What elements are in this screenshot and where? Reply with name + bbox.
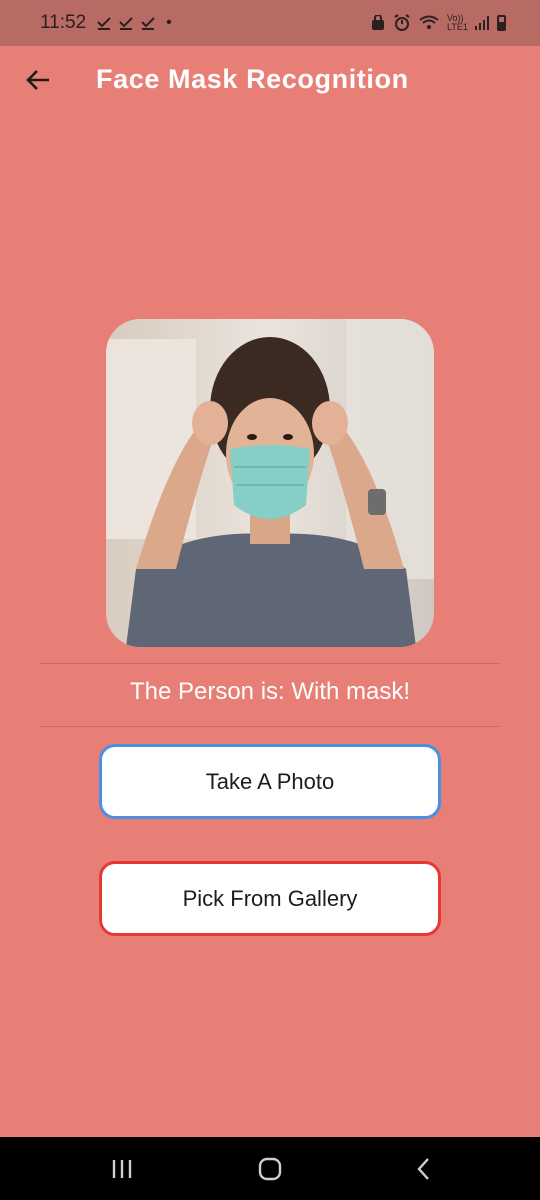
status-right: Vo)) LTE1 — [371, 14, 506, 32]
status-left: 11:52 • — [40, 12, 172, 34]
home-button[interactable] — [248, 1137, 292, 1200]
alarm-icon — [394, 14, 410, 31]
back-button[interactable] — [18, 60, 58, 100]
status-bar: 11:52 • Vo)) LTE1 — [0, 0, 540, 46]
app-bar: Face Mask Recognition — [0, 46, 540, 118]
download-done-icon — [141, 17, 155, 30]
home-icon — [258, 1157, 282, 1180]
page-title: Face Mask Recognition — [96, 64, 409, 94]
divider-top — [40, 663, 500, 664]
pick-from-gallery-button[interactable]: Pick From Gallery — [99, 861, 441, 936]
signal-icon — [475, 16, 489, 30]
lock-home-icon — [372, 15, 384, 30]
recent-apps-button[interactable] — [100, 1137, 144, 1200]
battery-icon — [497, 15, 506, 31]
result-label: The Person is: With mask! — [129, 678, 411, 705]
wifi-icon — [419, 15, 439, 29]
recent-apps-icon — [112, 1159, 132, 1178]
status-time: 11:52 — [40, 12, 87, 33]
lte-label: Vo)) LTE1 — [447, 13, 468, 32]
download-done-icon — [119, 17, 133, 30]
system-nav-bar — [0, 1137, 540, 1200]
system-back-button[interactable] — [402, 1137, 446, 1200]
download-complete-icons — [96, 15, 156, 31]
back-chevron-icon — [417, 1157, 429, 1180]
person-with-mask-image — [106, 319, 434, 647]
result-photo — [106, 319, 434, 647]
notification-dot: • — [166, 14, 172, 31]
arrow-back-icon — [26, 70, 49, 90]
divider-bottom — [40, 726, 500, 727]
take-photo-button[interactable]: Take A Photo — [99, 744, 441, 819]
download-done-icon — [97, 17, 111, 30]
